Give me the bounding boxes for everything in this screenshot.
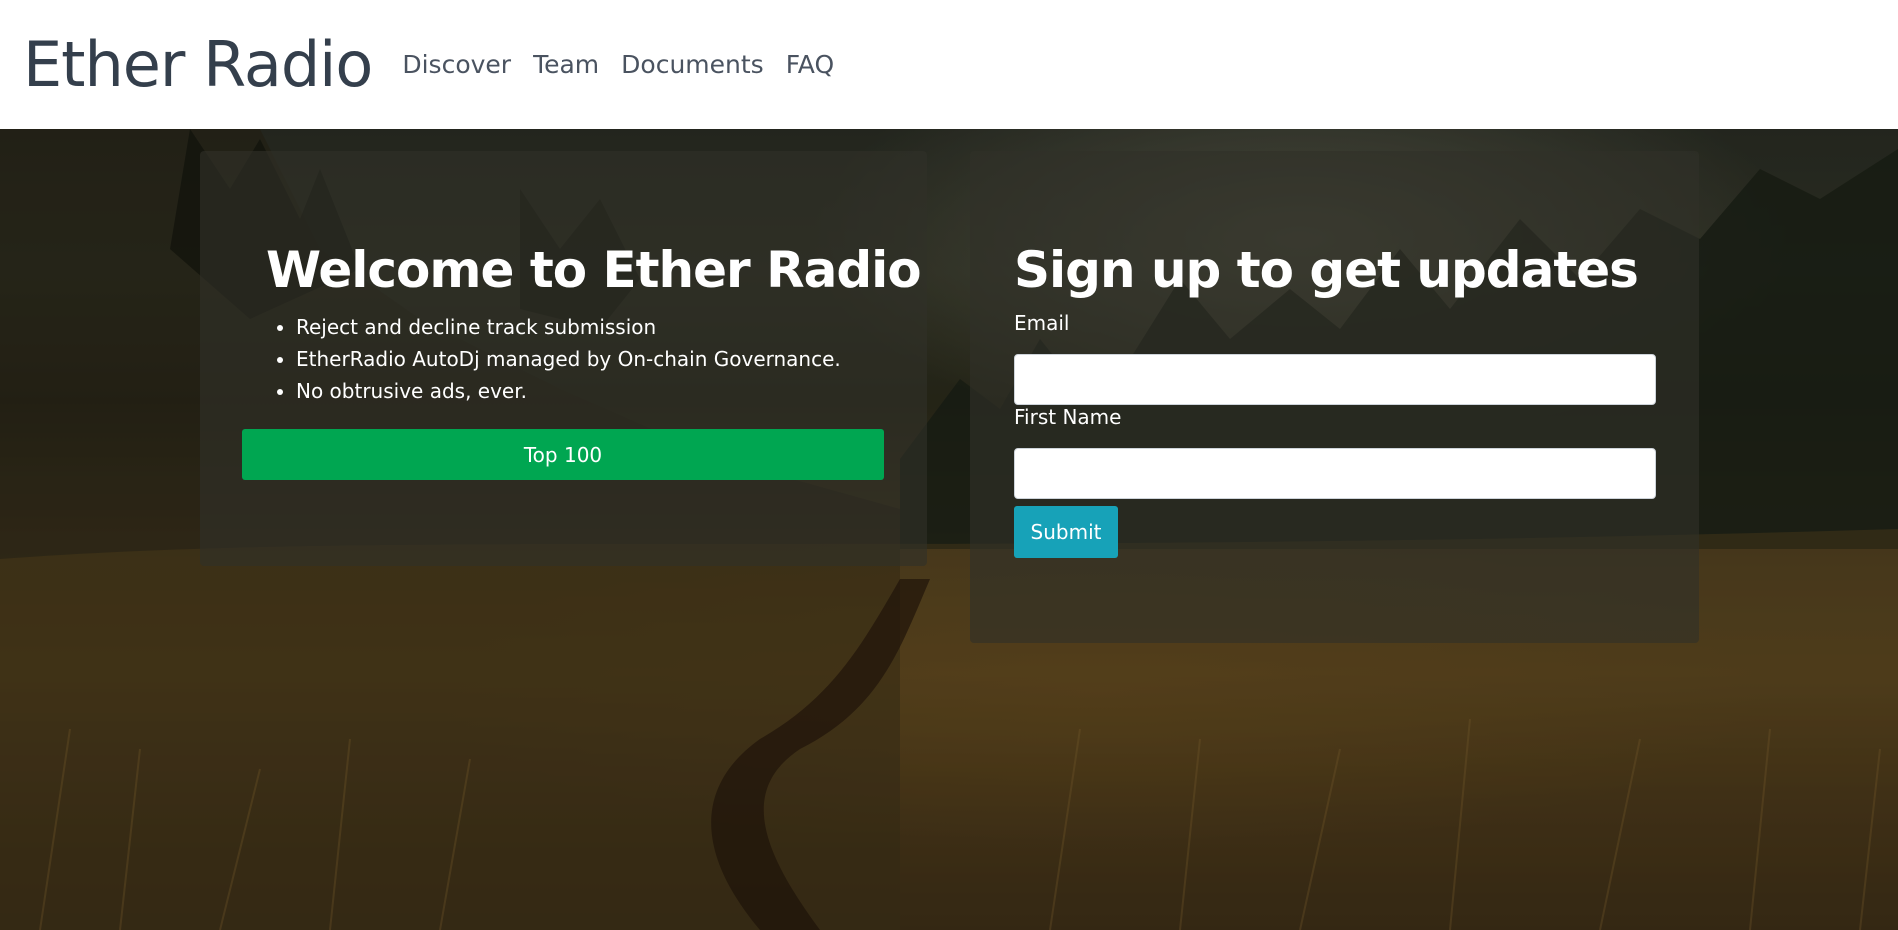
email-field[interactable] [1014,354,1656,405]
nav-link-discover[interactable]: Discover [402,50,511,79]
first-name-label: First Name [1014,405,1122,429]
signup-title: Sign up to get updates [1014,241,1639,299]
feature-list: Reject and decline track submission Ethe… [242,311,841,407]
signup-panel: Sign up to get updates Email First Name … [970,151,1699,643]
nav-link-team[interactable]: Team [533,50,599,79]
welcome-panel: Welcome to Ether Radio Reject and declin… [200,151,927,566]
submit-button[interactable]: Submit [1014,506,1118,558]
first-name-field[interactable] [1014,448,1656,499]
welcome-title: Welcome to Ether Radio [266,241,922,299]
top-100-button[interactable]: Top 100 [242,429,884,480]
hero-section: Welcome to Ether Radio Reject and declin… [0,129,1898,930]
email-label: Email [1014,311,1070,335]
brand-logo[interactable]: Ether Radio [23,33,373,96]
navbar: Ether Radio Discover Team Documents FAQ [0,0,1898,129]
feature-item: EtherRadio AutoDj managed by On-chain Go… [296,343,841,375]
feature-item: Reject and decline track submission [296,311,841,343]
nav-link-documents[interactable]: Documents [621,50,764,79]
feature-item: No obtrusive ads, ever. [296,375,841,407]
nav-link-faq[interactable]: FAQ [786,50,834,79]
